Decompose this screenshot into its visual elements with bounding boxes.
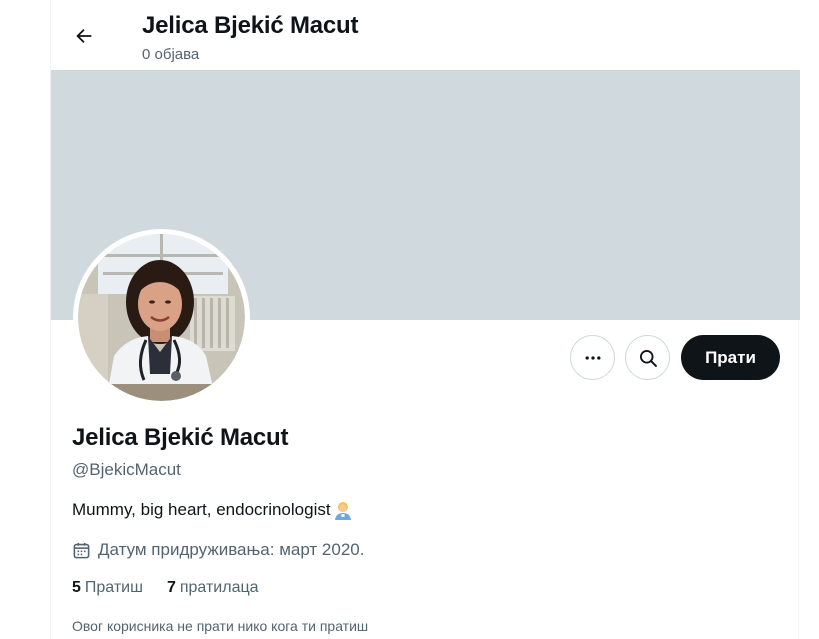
more-options-button[interactable] — [570, 335, 615, 380]
profile-handle: @BjekicMacut — [72, 460, 181, 479]
more-horizontal-icon — [585, 355, 600, 360]
arrow-left-icon — [76, 28, 92, 44]
back-button[interactable] — [66, 18, 102, 54]
follow-button[interactable]: Прати — [681, 335, 780, 380]
profile-column: Jelica Bjekić Macut 0 објава Прати Jelic… — [50, 0, 800, 639]
header-display-name: Jelica Bjekić Macut — [142, 12, 359, 39]
profile-display-name: Jelica Bjekić Macut — [72, 424, 289, 451]
join-date: Датум придруживања: март 2020. — [72, 540, 364, 560]
calendar-icon — [72, 541, 91, 560]
profile-bio: Mummy, big heart, endocrinologist — [72, 500, 353, 520]
avatar[interactable] — [73, 229, 250, 406]
follow-stats: 5 Пратиш 7 пратилаца — [72, 579, 283, 597]
following-link[interactable]: 5 Пратиш — [72, 579, 143, 597]
join-date-text: Датум придруживања: март 2020. — [98, 540, 365, 559]
following-count: 5 — [72, 579, 81, 596]
header-post-count: 0 објава — [142, 46, 200, 63]
following-label: Пратиш — [84, 579, 143, 596]
followers-label: пратилаца — [179, 579, 259, 596]
followers-count: 7 — [166, 579, 176, 596]
bio-text: Mummy, big heart, endocrinologist — [72, 500, 331, 519]
avatar-photo — [78, 234, 245, 401]
mutual-followers-notice: Овог корисника не прати нико кога ти пра… — [72, 618, 369, 634]
profile-header-bar: Jelica Bjekić Macut 0 објава — [51, 0, 800, 70]
followers-link[interactable]: 7 пратилаца — [167, 579, 259, 597]
health-worker-emoji-icon — [333, 500, 353, 520]
search-profile-button[interactable] — [625, 335, 670, 380]
search-icon — [639, 349, 657, 367]
